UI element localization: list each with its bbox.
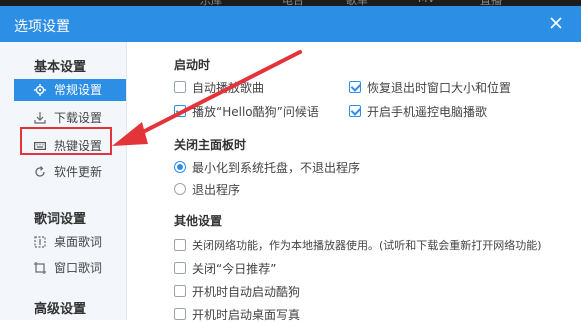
sidebar-item-label: 下载设置 [54,111,103,125]
sidebar-item-label: 窗口歌词 [54,261,103,275]
radio-button[interactable] [174,183,186,195]
option-label: 播放“Hello酷狗”问候语 [192,105,319,119]
checkbox[interactable] [349,105,361,117]
close-button[interactable] [545,12,567,34]
options-dialog: 选项设置 基本设置 常规设置 下载设置 热键设置 软件更新 歌词设置 桌面歌词 … [0,6,581,322]
option-label: 恢复退出时窗口大小和位置 [367,81,512,95]
sidebar-item-label: 常规设置 [54,83,103,97]
option-label: 关闭网络功能，作为本地播放器使用。(试听和下载会重新打开网络功能) [192,239,542,252]
window-lyrics-icon [34,262,46,274]
checkbox[interactable] [174,105,186,117]
option-label: 关闭“今日推荐” [192,262,277,276]
bg-tab: MV [418,0,435,5]
checkbox[interactable] [349,81,361,93]
option-label: 开启手机遥控电脑播歌 [367,105,488,119]
checkbox[interactable] [174,308,186,320]
option-label: 最小化到系统托盘，不退出程序 [192,161,361,175]
checkbox[interactable] [174,81,186,93]
sidebar-item-label: 软件更新 [54,165,103,179]
sidebar-item-desktop-lyrics[interactable]: 桌面歌词 [18,231,114,253]
close-icon [550,17,562,29]
radio-button[interactable] [174,161,186,173]
option-label: 自动播放歌曲 [192,81,265,95]
download-icon [34,112,46,124]
dialog-titlebar: 选项设置 [0,6,581,42]
dialog-title: 选项设置 [14,19,70,35]
annotation-highlight-box [20,127,112,155]
checkbox[interactable] [174,285,186,297]
sidebar-item-general[interactable]: 常规设置 [14,79,126,101]
settings-content: 启动时 自动播放歌曲 恢复退出时窗口大小和位置 播放“Hello酷狗”问候语 开… [127,42,581,322]
checkbox[interactable] [174,239,186,251]
sidebar-item-download[interactable]: 下载设置 [18,107,114,129]
group-title-other: 其他设置 [174,214,223,228]
option-label: 退出程序 [192,183,241,197]
group-title-startup: 启动时 [174,58,211,72]
sidebar-item-label: 桌面歌词 [54,235,103,249]
group-title-close-panel: 关闭主面板时 [174,138,247,152]
section-title-lyrics: 歌词设置 [34,212,87,227]
option-label: 开机时启动桌面写真 [192,308,301,322]
option-label: 开机时自动启动酷狗 [192,285,301,299]
section-title-basic: 基本设置 [34,60,87,75]
settings-sidebar: 基本设置 常规设置 下载设置 热键设置 软件更新 歌词设置 桌面歌词 窗口歌词 … [0,42,127,320]
sidebar-item-window-lyrics[interactable]: 窗口歌词 [18,257,114,279]
section-title-advanced: 高级设置 [34,302,87,317]
checkbox[interactable] [174,262,186,274]
sidebar-item-update[interactable]: 软件更新 [18,161,114,183]
desktop-lyrics-icon [34,236,46,248]
gear-icon [34,84,46,96]
refresh-icon [35,166,45,177]
